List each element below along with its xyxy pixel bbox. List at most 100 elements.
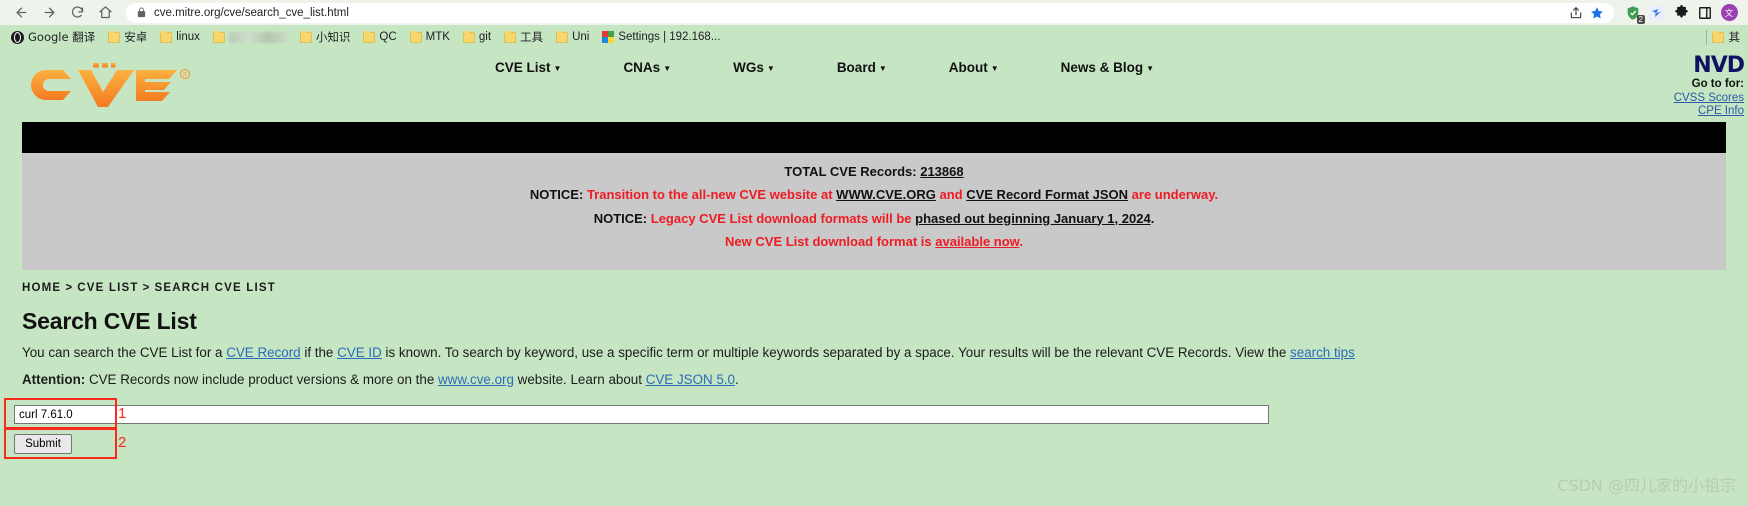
notice-text: Transition to the all-new CVE website at [586,187,833,203]
notice-line-3: New CVE List download format is availabl… [22,234,1726,250]
nav-item-cnas[interactable]: CNAs ▼ [623,54,671,81]
bookmark-google-translate[interactable]: Google 翻译 [6,28,100,46]
bookmark-label: QC [379,31,397,43]
bookmarks-overflow[interactable]: 其 [1705,29,1743,45]
bookmark-label: 安卓 [124,30,148,44]
bookmark-folder-redacted[interactable] [208,30,292,44]
site-header: R CVE List ▼ CNAs ▼ WGs ▼ Board ▼ About ▼ New… [0,49,1748,122]
notice-line-1: NOTICE: Transition to the all-new CVE we… [22,187,1726,203]
nvd-block: NVD Go to for: CVSS Scores CPE Info [1674,53,1745,119]
browser-toolbar: cve.mitre.org/cve/search_cve_list.html 2… [0,0,1748,25]
link-search-tips[interactable]: search tips [1290,345,1355,360]
folder-icon [299,30,312,43]
bookmark-label: MTK [425,31,450,43]
annotation-number-2: 2 [118,434,127,452]
bookmark-folder-git[interactable]: git [458,30,496,44]
bookmark-label: git [478,31,492,43]
link-cve-id[interactable]: CVE ID [337,345,382,360]
link-www-cve-org-site[interactable]: www.cve.org [438,372,514,387]
page-title: Search CVE List [22,308,197,334]
nav-label: Board [836,60,876,75]
notice-text: and [939,187,963,203]
svg-text:R: R [183,72,187,79]
bookmark-overflow-label: 其 [1728,30,1741,44]
search-description: You can search the CVE List for a CVE Re… [22,344,1726,362]
total-records-value[interactable]: 213868 [920,164,963,179]
notice-panel: TOTAL CVE Records: 213868 NOTICE: Transi… [22,153,1726,270]
notice-text: . [1019,233,1023,249]
total-records-label: TOTAL CVE Records: [784,164,917,179]
attention-label: Attention: [22,372,86,388]
total-records-line: TOTAL CVE Records: 213868 [22,164,1726,180]
attention-text: website. Learn about [513,372,646,388]
desc-text: if the [300,345,338,360]
bookmark-folder-linux[interactable]: linux [155,30,205,44]
bird-extension-icon[interactable] [1646,2,1668,24]
bookmark-label-blurred [228,31,287,43]
nav-item-about[interactable]: About ▼ [949,54,999,81]
folder-icon [108,30,121,43]
bookmark-folder-uni[interactable]: Uni [551,30,594,44]
link-phased-out[interactable]: phased out beginning January 1, 2024 [915,211,1151,226]
submit-button[interactable]: Submit [14,434,72,455]
home-icon[interactable] [92,2,118,24]
folder-icon [462,30,475,43]
star-icon[interactable] [1590,6,1604,20]
breadcrumb-item-search-cve-list: SEARCH CVE LIST [154,282,277,294]
bookmark-settings-router[interactable]: Settings | 192.168... [597,30,725,44]
notice-line-2: NOTICE: Legacy CVE List download formats… [22,211,1726,227]
address-bar[interactable]: cve.mitre.org/cve/search_cve_list.html [126,2,1614,23]
breadcrumb-separator: > [65,282,74,294]
chevron-down-icon: ▼ [878,64,887,73]
nav-item-news-blog[interactable]: News & Blog ▼ [1061,54,1154,81]
profile-avatar[interactable]: 文 [1718,2,1740,24]
header-black-bar [22,122,1726,153]
search-form: Submit 1 2 [4,398,1748,460]
reload-icon[interactable] [64,2,90,24]
desc-text: is known. To search by keyword, use a sp… [381,345,1291,360]
annotation-number-1: 1 [118,405,127,423]
notice-prefix: NOTICE: [529,187,584,203]
nvd-link-cvss-scores[interactable]: CVSS Scores [1674,92,1744,106]
globe-icon [11,30,24,44]
chevron-down-icon: ▼ [1146,64,1155,73]
breadcrumb-item-cve-list[interactable]: CVE LIST [77,282,138,294]
nvd-link-cpe-info[interactable]: CPE Info [1674,105,1744,119]
shield-extension-icon[interactable]: 2 [1622,2,1645,24]
address-bar-url: cve.mitre.org/cve/search_cve_list.html [154,6,349,19]
nav-item-board[interactable]: Board ▼ [837,54,887,81]
bookmark-folder-tools[interactable]: 工具 [499,28,548,46]
side-panel-icon[interactable] [1694,2,1716,24]
breadcrumb-item-home[interactable]: HOME [22,282,61,294]
search-input[interactable] [14,405,1269,425]
nav-label: CNAs [623,60,661,75]
lock-icon [136,7,147,18]
bookmark-folder-tips[interactable]: 小知识 [295,28,356,46]
bookmark-label: 小知识 [315,30,351,44]
cve-logo[interactable]: R [28,61,193,109]
bookmark-folder-qc[interactable]: QC [358,30,401,44]
attention-text: CVE Records now include product versions… [85,372,439,388]
share-icon[interactable] [1569,6,1583,20]
nav-item-cve-list[interactable]: CVE List ▼ [495,54,561,81]
bookmark-label: Uni [572,31,590,43]
notice-text: . [1150,210,1155,226]
link-available-now[interactable]: available now [935,234,1019,249]
extension-badge-count: 2 [1636,14,1645,24]
link-cve-json-5[interactable]: CVE JSON 5.0 [646,372,735,387]
bookmark-label: 工具 [520,30,544,44]
link-cve-record-format-json[interactable]: CVE Record Format JSON [966,187,1128,202]
nav-label: News & Blog [1060,60,1144,75]
bookmark-folder-mtk[interactable]: MTK [405,30,455,44]
bookmark-folder-android[interactable]: 安卓 [103,28,152,46]
nav-label: WGs [733,60,764,75]
nav-item-wgs[interactable]: WGs ▼ [733,54,775,81]
link-cve-record[interactable]: CVE Record [226,345,300,360]
link-www-cve-org[interactable]: WWW.CVE.ORG [836,187,936,202]
attention-text: . [735,372,739,388]
back-arrow-icon[interactable] [8,2,34,24]
puzzle-extension-icon[interactable] [1670,2,1692,24]
attention-note: Attention: CVE Records now include produ… [22,371,1726,389]
breadcrumb: HOME > CVE LIST > SEARCH CVE LIST [22,282,1748,294]
forward-arrow-icon[interactable] [36,2,62,24]
